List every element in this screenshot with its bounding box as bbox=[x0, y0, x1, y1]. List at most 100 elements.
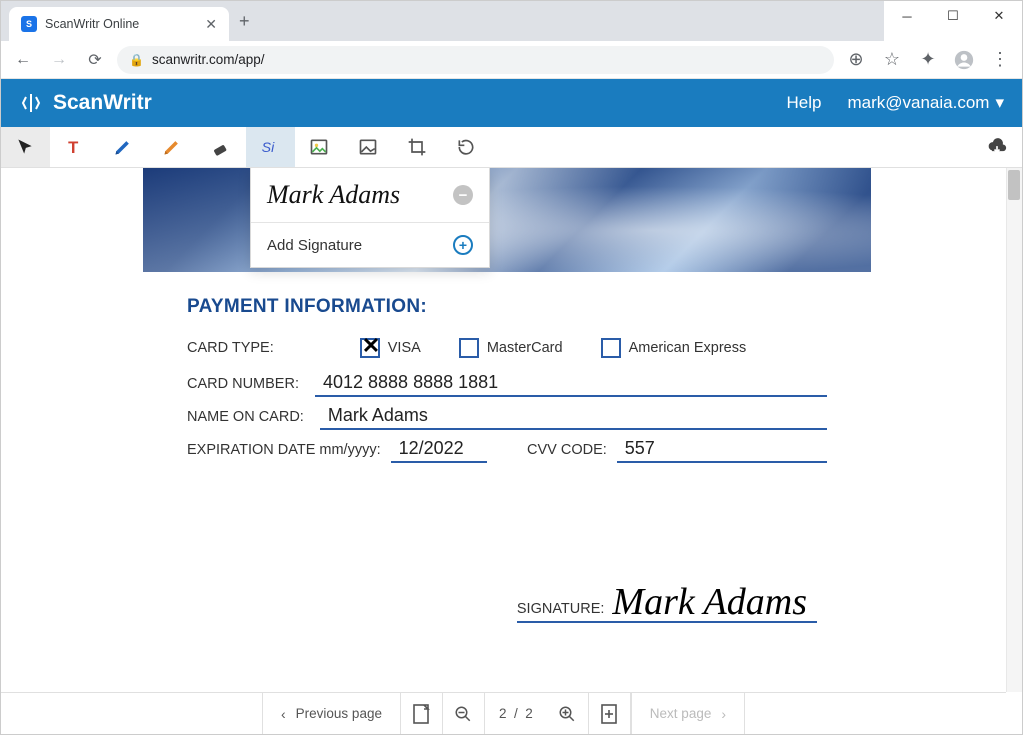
name-label: NAME ON CARD: bbox=[187, 409, 304, 425]
zoom-out-button[interactable] bbox=[443, 693, 485, 735]
signature-value: Mark Adams bbox=[608, 583, 811, 621]
url-field[interactable]: 🔒 scanwritr.com/app/ bbox=[117, 46, 834, 74]
maximize-button[interactable]: ☐ bbox=[930, 1, 976, 31]
add-signature-item[interactable]: Add Signature + bbox=[251, 222, 489, 267]
card-number-label: CARD NUMBER: bbox=[187, 376, 299, 392]
extensions-icon[interactable]: ✦ bbox=[914, 46, 942, 74]
browser-tab[interactable]: S ScanWritr Online ✕ bbox=[9, 7, 229, 41]
zoom-in-button[interactable] bbox=[547, 693, 589, 735]
menu-icon[interactable]: ⋮ bbox=[986, 46, 1014, 74]
page-sep: / bbox=[514, 706, 518, 721]
next-page-label: Next page bbox=[650, 706, 712, 721]
checkbox-icon bbox=[601, 338, 621, 358]
tool-pen[interactable] bbox=[99, 127, 148, 167]
exp-value[interactable]: 12/2022 bbox=[391, 436, 487, 463]
card-type-row: CARD TYPE: VISA MasterCard American Expr… bbox=[187, 338, 827, 358]
brand-icon bbox=[19, 91, 43, 115]
card-number-value[interactable]: 4012 8888 8888 1881 bbox=[315, 370, 827, 397]
signature-sample: Mark Adams bbox=[267, 180, 400, 210]
profile-icon[interactable] bbox=[950, 46, 978, 74]
new-tab-button[interactable]: + bbox=[239, 11, 250, 32]
close-window-button[interactable]: ✕ bbox=[976, 1, 1022, 31]
total-pages: 2 bbox=[525, 706, 533, 721]
nav-back-button[interactable]: ← bbox=[9, 46, 37, 74]
add-signature-label: Add Signature bbox=[267, 237, 362, 254]
signature-area: SIGNATURE: Mark Adams bbox=[187, 583, 827, 623]
minimize-button[interactable]: ─ bbox=[884, 1, 930, 31]
header-right: Help mark@vanaia.com ▾ bbox=[787, 93, 1004, 113]
prev-page-label: Previous page bbox=[296, 706, 382, 721]
tool-rotate[interactable] bbox=[442, 127, 491, 167]
user-email: mark@vanaia.com bbox=[847, 93, 989, 113]
toolbar-spacer bbox=[491, 127, 973, 167]
payment-form: PAYMENT INFORMATION: CARD TYPE: VISA Mas… bbox=[143, 272, 871, 623]
tool-insert-image[interactable] bbox=[344, 127, 393, 167]
chevron-down-icon: ▾ bbox=[995, 93, 1004, 113]
nav-forward-button[interactable]: → bbox=[45, 46, 73, 74]
next-page-button[interactable]: Next page › bbox=[631, 693, 745, 735]
option-amex[interactable]: American Express bbox=[601, 338, 747, 358]
tool-select[interactable] bbox=[1, 127, 50, 167]
section-title: PAYMENT INFORMATION: bbox=[187, 296, 827, 318]
card-number-row: CARD NUMBER: 4012 8888 8888 1881 bbox=[187, 370, 827, 397]
exp-label: EXPIRATION DATE mm/yyyy: bbox=[187, 442, 381, 458]
option-visa[interactable]: VISA bbox=[360, 338, 421, 358]
option-mastercard[interactable]: MasterCard bbox=[459, 338, 563, 358]
tool-marker[interactable] bbox=[148, 127, 197, 167]
brand[interactable]: ScanWritr bbox=[19, 91, 152, 115]
tab-close-icon[interactable]: ✕ bbox=[205, 16, 217, 33]
checkbox-icon bbox=[459, 338, 479, 358]
tab-title: ScanWritr Online bbox=[45, 17, 197, 31]
window-controls: ─ ☐ ✕ bbox=[884, 1, 1022, 31]
svg-text:Si: Si bbox=[262, 140, 275, 156]
url-text: scanwritr.com/app/ bbox=[152, 52, 265, 67]
tool-signature[interactable]: Si bbox=[246, 127, 295, 167]
titlebar: S ScanWritr Online ✕ + ─ ☐ ✕ bbox=[1, 1, 1022, 41]
add-page-button[interactable] bbox=[589, 693, 631, 735]
chevron-left-icon: ‹ bbox=[281, 706, 286, 722]
browser-window: S ScanWritr Online ✕ + ─ ☐ ✕ ← → ⟳ 🔒 sca… bbox=[0, 0, 1023, 735]
prev-page-button[interactable]: ‹ Previous page bbox=[262, 693, 401, 735]
lock-icon: 🔒 bbox=[129, 53, 144, 67]
user-menu[interactable]: mark@vanaia.com ▾ bbox=[847, 93, 1004, 113]
nav-reload-button[interactable]: ⟳ bbox=[81, 46, 109, 74]
page-icon bbox=[412, 704, 430, 724]
add-bookmark-icon[interactable]: ⊕ bbox=[842, 46, 870, 74]
tool-image[interactable] bbox=[295, 127, 344, 167]
option-label: MasterCard bbox=[487, 340, 563, 356]
tool-eraser[interactable] bbox=[197, 127, 246, 167]
remove-signature-icon[interactable]: − bbox=[453, 185, 473, 205]
brand-name: ScanWritr bbox=[53, 91, 152, 115]
checkbox-icon bbox=[360, 338, 380, 358]
add-signature-icon[interactable]: + bbox=[453, 235, 473, 255]
signature-line[interactable]: SIGNATURE: Mark Adams bbox=[517, 583, 817, 623]
scrollbar-thumb[interactable] bbox=[1008, 170, 1020, 200]
exp-cvv-row: EXPIRATION DATE mm/yyyy: 12/2022 CVV COD… bbox=[187, 436, 827, 463]
fit-page-button[interactable] bbox=[401, 693, 443, 735]
option-label: American Express bbox=[629, 340, 747, 356]
cvv-value[interactable]: 557 bbox=[617, 436, 827, 463]
signature-item[interactable]: Mark Adams − bbox=[251, 168, 489, 222]
tab-strip: S ScanWritr Online ✕ + bbox=[1, 1, 884, 41]
url-bar: ← → ⟳ 🔒 scanwritr.com/app/ ⊕ ☆ ✦ ⋮ bbox=[1, 41, 1022, 79]
tool-export[interactable] bbox=[973, 127, 1022, 167]
card-type-label: CARD TYPE: bbox=[187, 340, 274, 356]
help-link[interactable]: Help bbox=[787, 93, 822, 113]
svg-text:T: T bbox=[68, 138, 78, 157]
signature-label: SIGNATURE: bbox=[517, 601, 605, 621]
star-icon[interactable]: ☆ bbox=[878, 46, 906, 74]
app-header: ScanWritr Help mark@vanaia.com ▾ bbox=[1, 79, 1022, 127]
tool-text[interactable]: T bbox=[50, 127, 99, 167]
canvas: PAYMENT INFORMATION: CARD TYPE: VISA Mas… bbox=[1, 168, 1022, 734]
page-footer: ‹ Previous page 2 / 2 bbox=[1, 692, 1006, 734]
name-row: NAME ON CARD: Mark Adams bbox=[187, 403, 827, 430]
chevron-right-icon: › bbox=[721, 706, 726, 722]
page-plus-icon bbox=[600, 704, 618, 724]
page-indicator: 2 / 2 bbox=[485, 706, 547, 721]
option-label: VISA bbox=[388, 340, 421, 356]
name-value[interactable]: Mark Adams bbox=[320, 403, 827, 430]
favicon-icon: S bbox=[21, 16, 37, 32]
vertical-scrollbar[interactable] bbox=[1006, 168, 1022, 692]
signature-dropdown: Mark Adams − Add Signature + bbox=[250, 168, 490, 268]
tool-crop[interactable] bbox=[393, 127, 442, 167]
